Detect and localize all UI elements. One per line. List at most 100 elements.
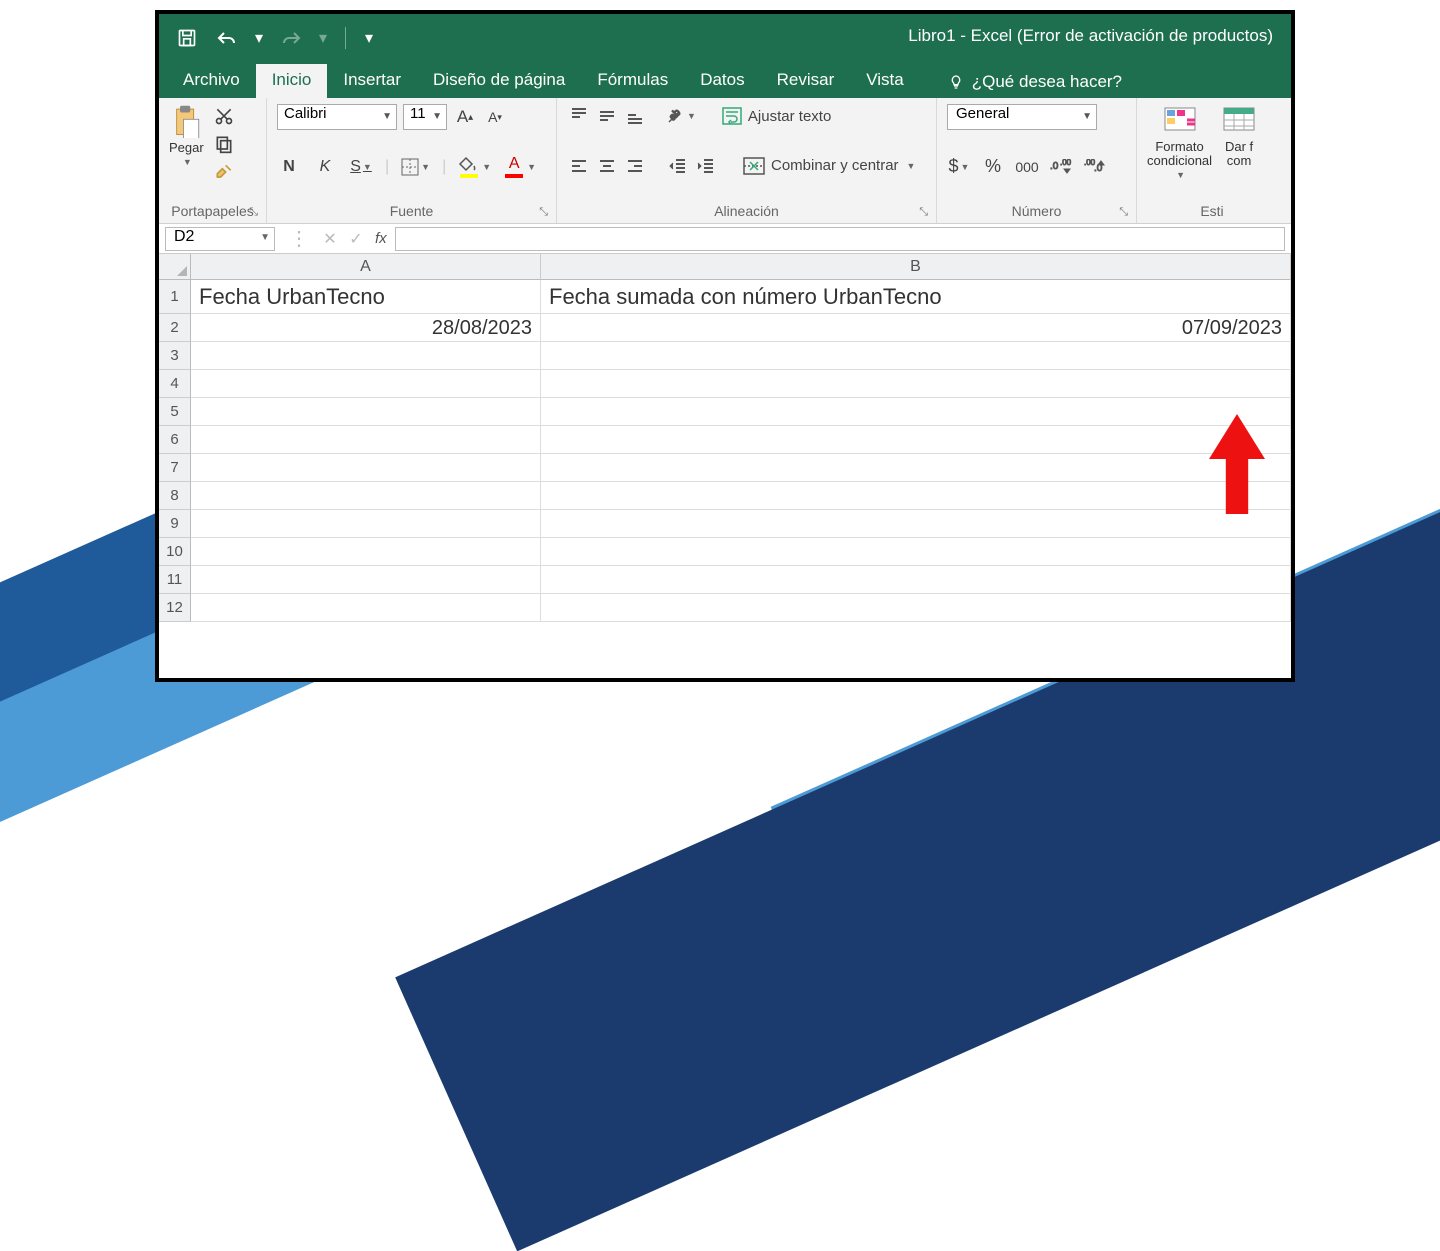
format-painter-button[interactable] bbox=[212, 160, 236, 184]
cell[interactable] bbox=[541, 566, 1291, 594]
bold-button[interactable]: N bbox=[277, 155, 301, 179]
align-right-button[interactable] bbox=[623, 154, 647, 178]
fx-icon[interactable]: fx bbox=[369, 230, 393, 247]
align-left-button[interactable] bbox=[567, 154, 591, 178]
cell[interactable] bbox=[541, 342, 1291, 370]
underline-button[interactable]: S▼ bbox=[349, 155, 373, 179]
group-label-font: Fuente⤡ bbox=[277, 203, 546, 221]
row-header[interactable]: 2 bbox=[159, 314, 191, 342]
orientation-button[interactable]: ab▼ bbox=[665, 104, 696, 128]
percent-format-button[interactable]: % bbox=[981, 155, 1005, 179]
align-middle-button[interactable] bbox=[595, 104, 619, 128]
cell[interactable] bbox=[541, 482, 1291, 510]
spreadsheet-grid[interactable]: A B 1 Fecha UrbanTecno Fecha sumada con … bbox=[159, 254, 1291, 622]
tab-inicio[interactable]: Inicio bbox=[256, 64, 328, 98]
col-header-a[interactable]: A bbox=[191, 254, 541, 280]
cell[interactable] bbox=[191, 342, 541, 370]
cut-button[interactable] bbox=[212, 104, 236, 128]
redo-menu[interactable]: ▾ bbox=[317, 24, 329, 52]
fill-color-button[interactable]: ▼ bbox=[458, 155, 491, 179]
row-header[interactable]: 4 bbox=[159, 370, 191, 398]
font-size-select[interactable]: 11▼ bbox=[403, 104, 447, 130]
number-format-select[interactable]: General▼ bbox=[947, 104, 1097, 130]
align-center-button[interactable] bbox=[595, 154, 619, 178]
dialog-launcher-icon[interactable]: ⤡ bbox=[249, 206, 258, 219]
dialog-launcher-icon[interactable]: ⤡ bbox=[1119, 206, 1128, 219]
save-button[interactable] bbox=[173, 24, 201, 52]
undo-button[interactable] bbox=[213, 24, 241, 52]
cell[interactable] bbox=[191, 510, 541, 538]
formula-bar-row: D2▼ ⋮ ✕ ✓ fx bbox=[159, 224, 1291, 254]
accounting-format-button[interactable]: $▼ bbox=[947, 155, 971, 179]
tell-me-search[interactable]: ¿Qué desea hacer? bbox=[938, 66, 1132, 98]
row-header[interactable]: 7 bbox=[159, 454, 191, 482]
cell[interactable] bbox=[541, 510, 1291, 538]
row-header[interactable]: 11 bbox=[159, 566, 191, 594]
cell-a1[interactable]: Fecha UrbanTecno bbox=[191, 280, 541, 314]
cell[interactable] bbox=[191, 370, 541, 398]
cell[interactable] bbox=[541, 594, 1291, 622]
tab-formulas[interactable]: Fórmulas bbox=[581, 64, 684, 98]
qat-customize[interactable]: ▾ bbox=[362, 24, 376, 52]
font-color-button[interactable]: A▼ bbox=[503, 155, 536, 179]
wrap-text-button[interactable]: Ajustar texto bbox=[722, 104, 831, 128]
dialog-launcher-icon[interactable]: ⤡ bbox=[539, 206, 548, 219]
row-header[interactable]: 3 bbox=[159, 342, 191, 370]
enter-formula-button[interactable]: ✓ bbox=[343, 229, 369, 249]
italic-button[interactable]: K bbox=[313, 155, 337, 179]
tab-archivo[interactable]: Archivo bbox=[167, 64, 256, 98]
merge-center-button[interactable]: Combinar y centrar▼ bbox=[743, 154, 915, 178]
col-header-b[interactable]: B bbox=[541, 254, 1291, 280]
align-bottom-button[interactable] bbox=[623, 104, 647, 128]
tab-diseno-pagina[interactable]: Diseño de página bbox=[417, 64, 581, 98]
cell[interactable] bbox=[191, 594, 541, 622]
conditional-format-button[interactable]: Formato condicional▼ bbox=[1147, 104, 1212, 180]
cancel-formula-button[interactable]: ✕ bbox=[317, 229, 343, 249]
font-name-select[interactable]: Calibri▼ bbox=[277, 104, 397, 130]
cell[interactable] bbox=[191, 482, 541, 510]
tab-revisar[interactable]: Revisar bbox=[761, 64, 851, 98]
redo-button[interactable] bbox=[277, 24, 305, 52]
row-header[interactable]: 9 bbox=[159, 510, 191, 538]
cell[interactable] bbox=[191, 538, 541, 566]
paste-button[interactable]: Pegar ▼ bbox=[169, 104, 204, 167]
name-box[interactable]: D2▼ bbox=[165, 227, 275, 251]
dialog-launcher-icon[interactable]: ⤡ bbox=[919, 206, 928, 219]
borders-button[interactable]: ▼ bbox=[401, 155, 430, 179]
cell[interactable] bbox=[541, 538, 1291, 566]
cell[interactable] bbox=[541, 398, 1291, 426]
select-all-corner[interactable] bbox=[159, 254, 191, 280]
increase-indent-button[interactable] bbox=[693, 154, 717, 178]
cell[interactable] bbox=[191, 398, 541, 426]
cell-a2[interactable]: 28/08/2023 bbox=[191, 314, 541, 342]
row-header[interactable]: 6 bbox=[159, 426, 191, 454]
undo-menu[interactable]: ▾ bbox=[253, 24, 265, 52]
cell[interactable] bbox=[541, 370, 1291, 398]
cell-b1[interactable]: Fecha sumada con número UrbanTecno bbox=[541, 280, 1291, 314]
increase-font-button[interactable]: A▴ bbox=[453, 105, 477, 129]
copy-button[interactable] bbox=[212, 132, 236, 156]
decrease-font-button[interactable]: A▾ bbox=[483, 105, 507, 129]
cell[interactable] bbox=[541, 454, 1291, 482]
cell-b2[interactable]: 07/09/2023 bbox=[541, 314, 1291, 342]
row-header[interactable]: 10 bbox=[159, 538, 191, 566]
row-header[interactable]: 12 bbox=[159, 594, 191, 622]
format-as-table-button[interactable]: Dar f com bbox=[1222, 104, 1256, 168]
align-top-button[interactable] bbox=[567, 104, 591, 128]
cell[interactable] bbox=[541, 426, 1291, 454]
row-header[interactable]: 5 bbox=[159, 398, 191, 426]
decrease-indent-button[interactable] bbox=[665, 154, 689, 178]
decrease-decimal-button[interactable]: .00.0 bbox=[1083, 155, 1107, 179]
cell[interactable] bbox=[191, 566, 541, 594]
comma-format-button[interactable]: 000 bbox=[1015, 155, 1039, 179]
row-header[interactable]: 1 bbox=[159, 280, 191, 314]
formula-input[interactable] bbox=[395, 227, 1285, 251]
increase-decimal-button[interactable]: .0.00 bbox=[1049, 155, 1073, 179]
tab-vista[interactable]: Vista bbox=[850, 64, 920, 98]
cell[interactable] bbox=[191, 454, 541, 482]
cell[interactable] bbox=[191, 426, 541, 454]
tab-datos[interactable]: Datos bbox=[684, 64, 760, 98]
merge-center-label: Combinar y centrar bbox=[771, 157, 899, 174]
tab-insertar[interactable]: Insertar bbox=[327, 64, 417, 98]
row-header[interactable]: 8 bbox=[159, 482, 191, 510]
